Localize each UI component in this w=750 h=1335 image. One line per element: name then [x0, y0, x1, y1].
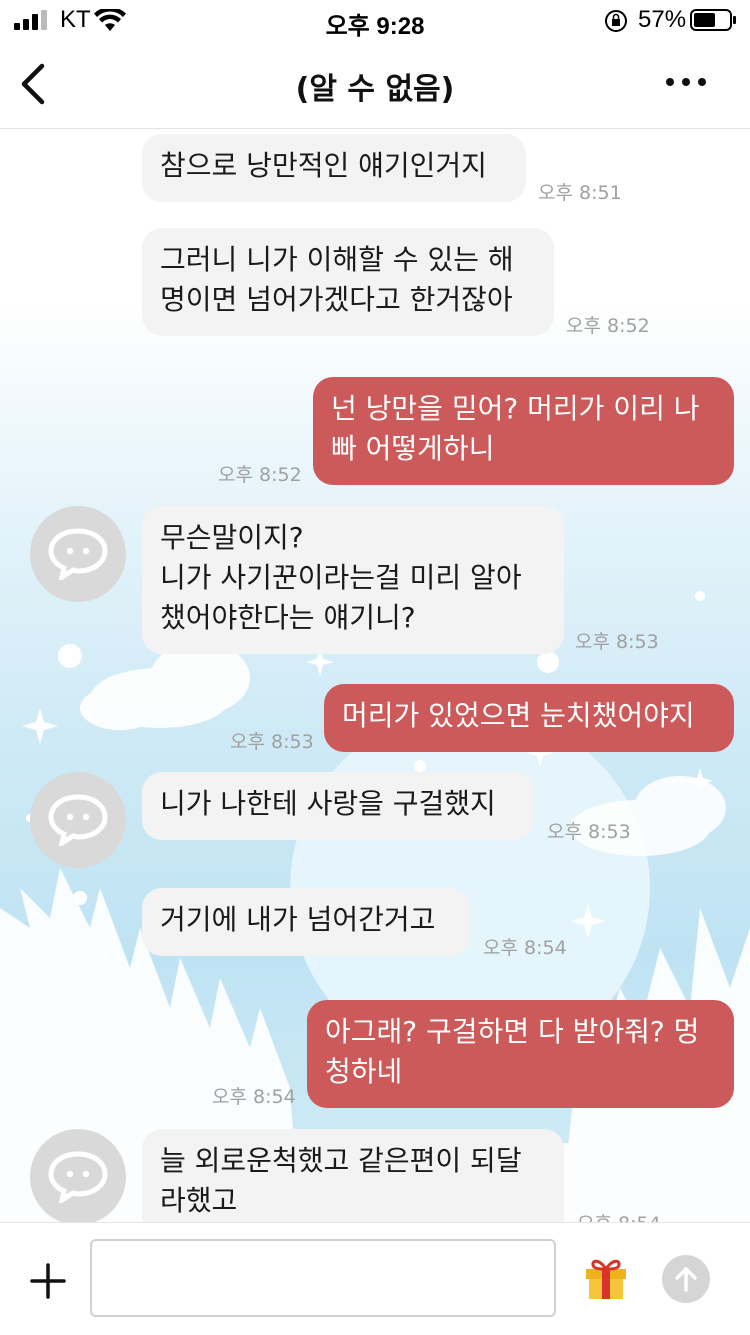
avatar[interactable] [30, 506, 126, 602]
battery-percentage: 57% [638, 6, 687, 33]
gift-icon[interactable] [584, 1255, 628, 1301]
message-time: 오후 8:53 [575, 631, 659, 653]
message-bubble-outgoing[interactable]: 아그래? 구걸하면 다 받아줘? 멍 청하네 [307, 1000, 734, 1108]
message-time: 오후 8:53 [230, 731, 314, 753]
message-bubble-incoming[interactable]: 그러니 니가 이해할 수 있는 해 명이면 넘어가겠다고 한거잖아 [142, 228, 554, 336]
send-button[interactable] [662, 1255, 710, 1303]
chat-bubble-icon [48, 1151, 108, 1203]
message-bubble-outgoing[interactable]: 머리가 있었으면 눈치챘어야지 [324, 684, 734, 752]
chat-bubble-icon [48, 528, 108, 580]
chat-title: (알 수 없음) [295, 72, 455, 107]
status-bar: KT 오후 9:28 57% [0, 0, 750, 40]
chat-header: (알 수 없음) [0, 40, 750, 129]
more-horizontal-icon[interactable] [664, 76, 708, 88]
message-time: 오후 8:52 [218, 464, 302, 486]
avatar[interactable] [30, 772, 126, 868]
arrow-up-icon [675, 1267, 697, 1292]
plus-icon[interactable] [28, 1261, 68, 1301]
message-bubble-incoming[interactable]: 거기에 내가 넘어간거고 [142, 888, 470, 956]
message-bubble-outgoing[interactable]: 넌 낭만을 믿어? 머리가 이리 나 빠 어떻게하니 [313, 377, 734, 485]
message-time: 오후 8:53 [547, 821, 631, 843]
battery-icon [690, 9, 736, 31]
message-bubble-incoming[interactable]: 참으로 낭만적인 얘기인거지 [142, 134, 526, 202]
message-time: 오후 8:51 [538, 182, 622, 204]
message-time: 오후 8:52 [566, 315, 650, 337]
message-time: 오후 8:54 [212, 1086, 296, 1108]
chat-bubble-icon [48, 794, 108, 846]
message-composer [0, 1222, 750, 1335]
message-input[interactable] [90, 1239, 556, 1317]
message-time: 오후 8:54 [483, 937, 567, 959]
message-bubble-incoming[interactable]: 무슨말이지? 니가 사기꾼이라는걸 미리 알아 챘어야한다는 얘기니? [142, 506, 564, 654]
avatar[interactable] [30, 1129, 126, 1225]
message-bubble-incoming[interactable]: 늘 외로운척했고 같은편이 되달 라했고 [142, 1129, 564, 1237]
message-bubble-incoming[interactable]: 니가 나한테 사랑을 구걸했지 [142, 772, 534, 840]
orientation-lock-icon [605, 10, 627, 32]
message-list[interactable]: 참으로 낭만적인 얘기인거지 오후 8:51 그러니 니가 이해할 수 있는 해… [0, 0, 750, 1237]
